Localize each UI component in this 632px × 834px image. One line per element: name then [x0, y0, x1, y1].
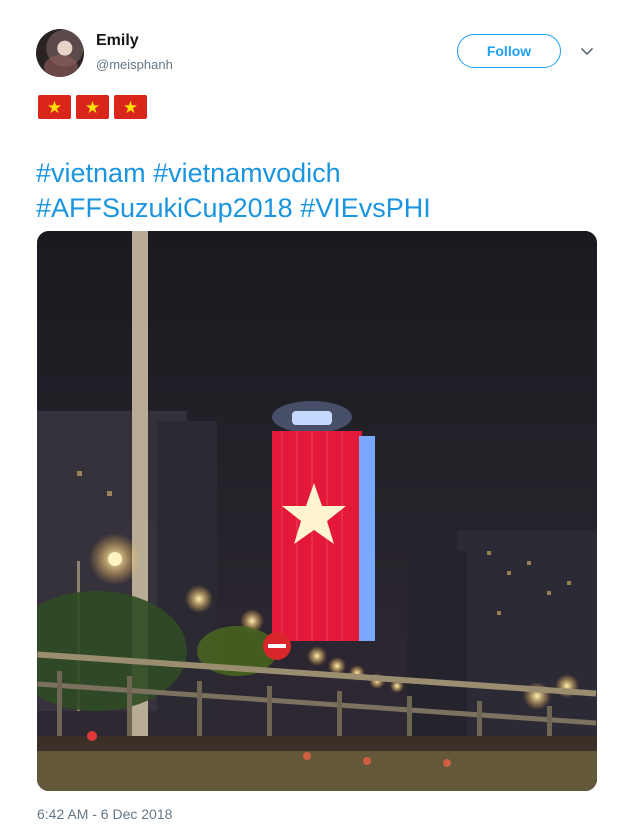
tweet-photo[interactable] [37, 231, 597, 791]
hashtag-link[interactable]: #vietnamvodich [153, 158, 341, 188]
tweet-text: #vietnam #vietnamvodich #AFFSuzukiCup201… [36, 156, 596, 226]
hashtag-link[interactable]: #vietnam [36, 158, 146, 188]
user-handle[interactable]: @meisphanh [96, 57, 173, 72]
hashtag-link[interactable]: #AFFSuzukiCup2018 [36, 193, 293, 223]
vietnam-flag-icon: ★ [114, 95, 147, 119]
vietnam-flag-icon: ★ [76, 95, 109, 119]
follow-button[interactable]: Follow [457, 34, 561, 68]
chevron-down-icon[interactable] [578, 42, 596, 60]
tweet-timestamp[interactable]: 6:42 AM - 6 Dec 2018 [37, 806, 172, 822]
vietnam-flag-icon: ★ [38, 95, 71, 119]
avatar[interactable] [36, 29, 84, 77]
hashtag-link[interactable]: #VIEvsPHI [300, 193, 431, 223]
flag-emoji-row: ★ ★ ★ [38, 95, 147, 119]
display-name[interactable]: Emily [96, 32, 139, 50]
night-city-photo [37, 231, 597, 791]
